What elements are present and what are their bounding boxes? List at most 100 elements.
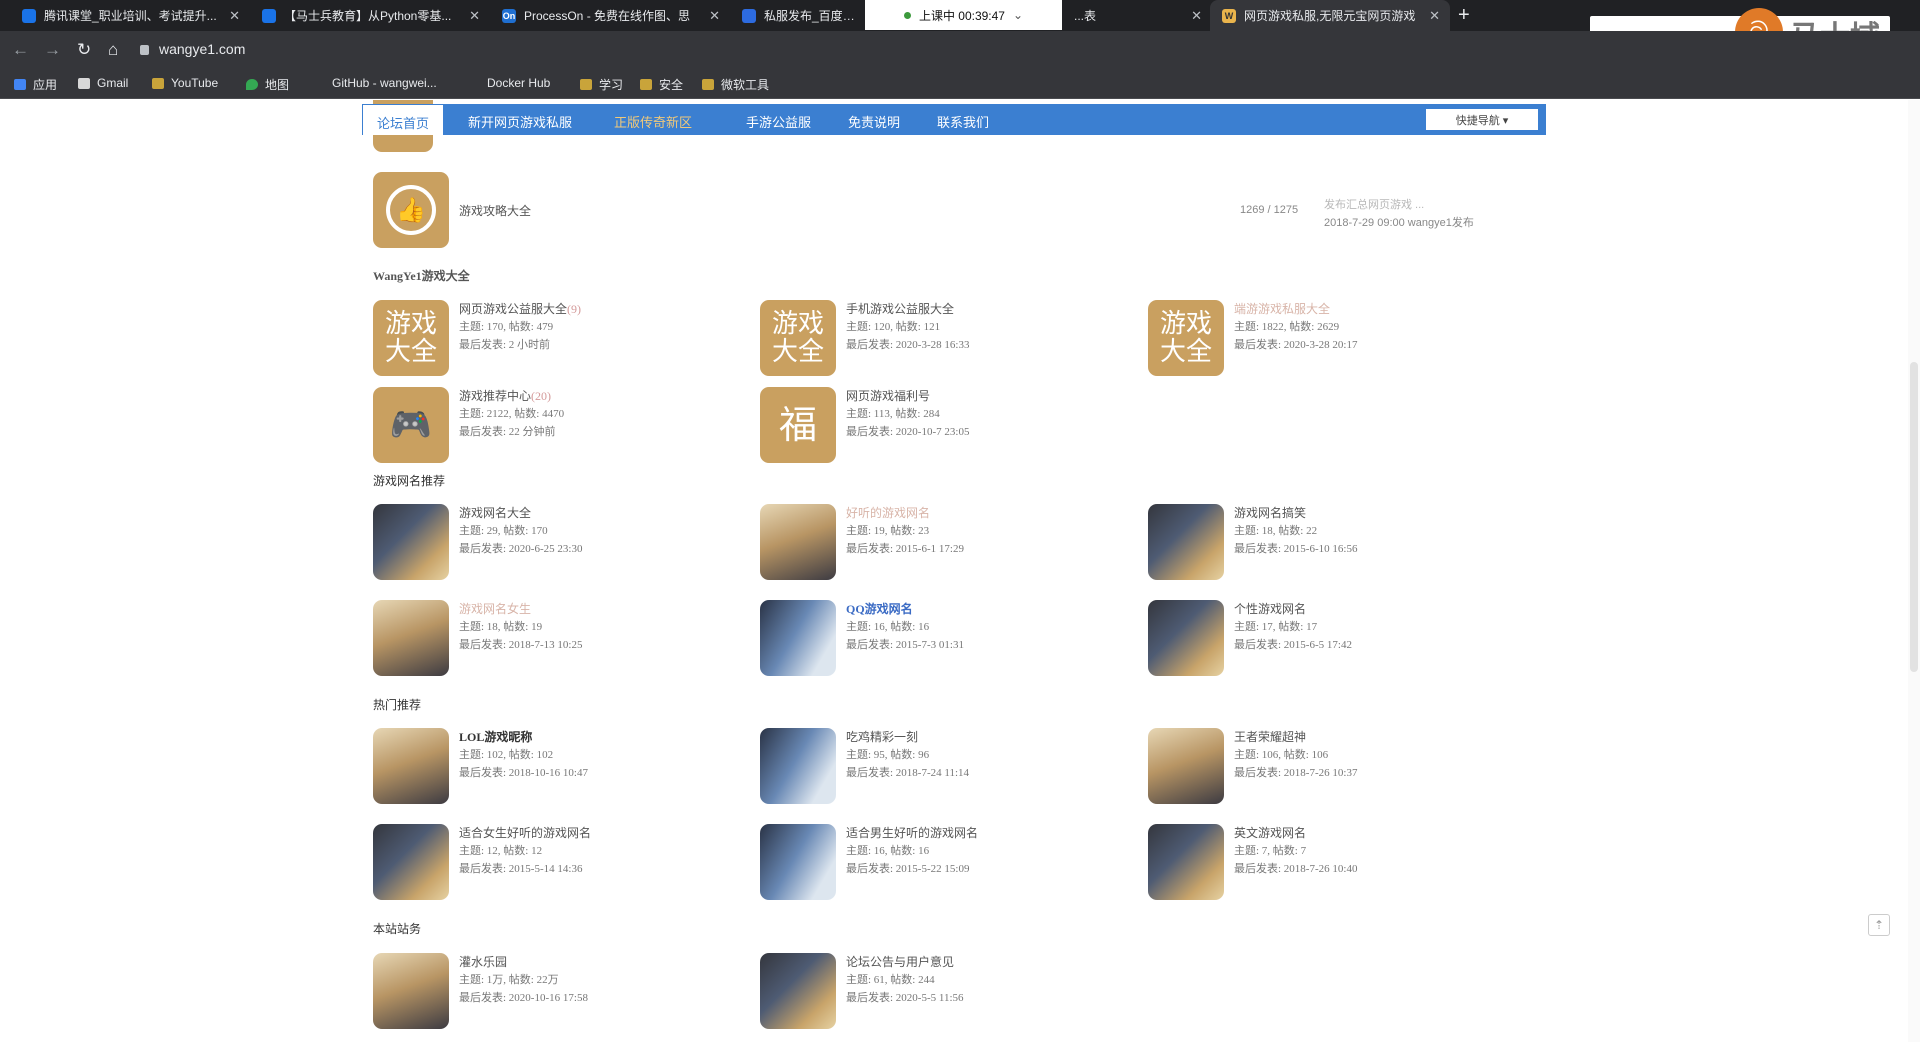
baidu-paw-icon [742,8,756,23]
browser-tab[interactable]: 私服发布_百度搜索 [730,0,870,31]
tab-label: 网页游戏私服,无限元宝网页游戏 [1244,9,1416,23]
forum-last-post: 最后发表: 2 小时前 [459,339,551,351]
url-field[interactable]: wangye1.com [140,41,245,57]
forum-item[interactable]: 游戏网名搞笑 主题: 18, 帖数: 22 最后发表: 2015-6-10 16… [1148,504,1528,580]
forum-name[interactable]: 个性游戏网名 [1234,600,1306,617]
forum-item[interactable]: 游戏 大全 端游游戏私服大全 主题: 1822, 帖数: 2629 最后发表: 2… [1148,300,1528,376]
forum-name[interactable]: 游戏攻略大全 [459,202,531,219]
recording-indicator[interactable]: 上课中 00:39:47 ⌄ [865,0,1062,30]
forum-name[interactable]: 适合女生好听的游戏网名 [459,824,591,841]
tab-label: 腾讯课堂_职业培训、考试提升... [44,9,217,23]
forum-last-post: 最后发表: 2015-6-1 17:29 [846,543,964,555]
forum-name[interactable]: 游戏网名女生 [459,600,531,617]
forum-name[interactable]: 游戏网名大全 [459,504,531,521]
forum-counts: 主题: 170, 帖数: 479 [459,321,554,333]
forum-name[interactable]: 网页游戏公益服大全(9) [459,300,581,317]
browser-tab-active[interactable]: W 网页游戏私服,无限元宝网页游戏 ✕ [1210,0,1450,31]
bookmark-ms-tools[interactable]: 微软工具 [702,76,769,93]
bookmark-study[interactable]: 学习 [580,76,623,93]
nav-mobile-servers[interactable]: 手游公益服 [746,112,811,131]
forum-item[interactable]: 福 网页游戏福利号 主题: 113, 帖数: 284 最后发表: 2020-10… [760,387,1140,463]
forum-item[interactable]: 王者荣耀超神 主题: 106, 帖数: 106 最后发表: 2018-7-26 … [1148,728,1528,804]
map-pin-icon [246,79,258,90]
forum-item[interactable]: 适合女生好听的游戏网名 主题: 12, 帖数: 12 最后发表: 2015-5-… [373,824,753,900]
nav-disclaimer[interactable]: 免责说明 [848,112,900,131]
browser-tab[interactable]: 腾讯课堂_职业培训、考试提升... ✕ [10,0,250,31]
browser-tab[interactable]: ...表 ✕ [1062,0,1212,31]
tab-favicon-icon [22,8,36,23]
forum-name[interactable]: 手机游戏公益服大全 [846,300,954,317]
close-icon[interactable]: ✕ [1429,8,1440,24]
back-to-top-icon[interactable]: ⇡ [1868,914,1890,936]
forum-item[interactable]: 👍 游戏攻略大全 [373,172,1273,248]
bookmark-gmail[interactable]: Gmail [78,76,128,90]
forum-name[interactable]: QQ游戏网名 [846,600,913,617]
forum-name[interactable]: 论坛公告与用户意见 [846,953,954,970]
forum-counts: 主题: 95, 帖数: 96 [846,749,930,761]
forum-name[interactable]: 游戏网名搞笑 [1234,504,1306,521]
forum-item[interactable]: 游戏 大全 手机游戏公益服大全 主题: 120, 帖数: 121 最后发表: 20… [760,300,1140,376]
reload-icon[interactable]: ↻ [77,40,91,60]
forum-name[interactable]: 英文游戏网名 [1234,824,1306,841]
close-icon[interactable]: ✕ [1191,8,1202,24]
emblem-image [760,953,836,1029]
forum-item[interactable]: 🎮 游戏推荐中心(20) 主题: 2122, 帖数: 4470 最后发表: 22… [373,387,753,463]
bookmark-github[interactable]: GitHub - wangwei... [332,76,437,90]
bookmark-maps[interactable]: 地图 [246,76,289,93]
close-icon[interactable]: ✕ [709,8,720,24]
forum-name[interactable]: 适合男生好听的游戏网名 [846,824,978,841]
gamepad-icon: 🎮 [373,387,449,463]
nav-new-servers[interactable]: 新开网页游戏私服 [468,112,572,131]
forum-name[interactable]: 王者荣耀超神 [1234,728,1306,745]
tab-label: ProcessOn - 免费在线作图、思 [524,9,691,23]
quick-nav-dropdown[interactable]: 快捷导航 ▾ [1426,109,1538,130]
bookmark-security[interactable]: 安全 [640,76,683,93]
forum-item[interactable]: 吃鸡精彩一刻 主题: 95, 帖数: 96 最后发表: 2018-7-24 11… [760,728,1140,804]
close-icon[interactable]: ✕ [229,8,240,24]
forum-item[interactable]: 好听的游戏网名 主题: 19, 帖数: 23 最后发表: 2015-6-1 17… [760,504,1140,580]
forum-name[interactable]: 网页游戏福利号 [846,387,930,404]
forum-name[interactable]: 端游游戏私服大全 [1234,300,1330,317]
folder-icon [152,77,164,89]
forum-name[interactable]: 好听的游戏网名 [846,504,930,521]
bookmark-apps[interactable]: 应用 [14,76,57,93]
forum-name[interactable]: 游戏推荐中心(20) [459,387,551,404]
forum-name[interactable]: LOL游戏昵称 [459,728,532,745]
nav-legend-new[interactable]: 正版传奇新区 [614,112,692,131]
forward-arrow-icon[interactable]: → [44,40,61,60]
bookmark-docker[interactable]: Docker Hub [487,76,550,90]
browser-tab[interactable]: On ProcessOn - 免费在线作图、思 ✕ [490,0,730,31]
forum-item[interactable]: 论坛公告与用户意见 主题: 61, 帖数: 244 最后发表: 2020-5-5… [760,953,1140,1029]
nav-home[interactable]: 论坛首页 [362,104,445,135]
forum-last-post: 最后发表: 2020-10-16 17:58 [459,992,588,1004]
forum-item[interactable]: 灌水乐园 主题: 1万, 帖数: 22万 最后发表: 2020-10-16 17… [373,953,753,1029]
forum-name[interactable]: 灌水乐园 [459,953,507,970]
forum-item[interactable]: LOL游戏昵称 主题: 102, 帖数: 102 最后发表: 2018-10-1… [373,728,753,804]
browser-tab[interactable]: 【马士兵教育】从Python零基... ✕ [250,0,490,31]
game-character-image [373,504,449,580]
fortune-icon: 福 [760,387,836,463]
forum-item[interactable]: QQ游戏网名 主题: 16, 帖数: 16 最后发表: 2015-7-3 01:… [760,600,1140,676]
tab-favicon-icon [262,8,276,23]
site-favicon-icon: W [1222,8,1236,23]
forum-item[interactable]: 个性游戏网名 主题: 17, 帖数: 17 最后发表: 2015-6-5 17:… [1148,600,1528,676]
bookmark-youtube[interactable]: YouTube [152,76,218,90]
forum-item[interactable]: 游戏网名大全 主题: 29, 帖数: 170 最后发表: 2020-6-25 2… [373,504,753,580]
home-icon[interactable]: ⌂ [108,40,118,60]
forum-name[interactable]: 吃鸡精彩一刻 [846,728,918,745]
back-arrow-icon[interactable]: ← [12,40,29,60]
close-icon[interactable]: ✕ [469,8,480,24]
forum-item[interactable]: 游戏网名女生 主题: 18, 帖数: 19 最后发表: 2018-7-13 10… [373,600,753,676]
lock-icon [140,45,149,55]
section-title: 热门推荐 [373,698,422,712]
page-scrollbar-thumb[interactable] [1910,362,1918,672]
nav-contact[interactable]: 联系我们 [937,112,989,131]
chevron-down-icon[interactable]: ⌄ [1013,8,1023,22]
forum-item[interactable]: 适合男生好听的游戏网名 主题: 16, 帖数: 16 最后发表: 2015-5-… [760,824,1140,900]
last-post-title[interactable]: 发布汇总网页游戏 ... [1324,196,1474,214]
new-tab-plus-icon[interactable]: + [1458,4,1470,27]
forum-item[interactable]: 英文游戏网名 主题: 7, 帖数: 7 最后发表: 2018-7-26 10:4… [1148,824,1528,900]
thumbs-up-icon: 👍 [373,172,449,248]
forum-item[interactable]: 游戏 大全 网页游戏公益服大全(9) 主题: 170, 帖数: 479 最后发表:… [373,300,753,376]
folder-icon [702,79,714,90]
